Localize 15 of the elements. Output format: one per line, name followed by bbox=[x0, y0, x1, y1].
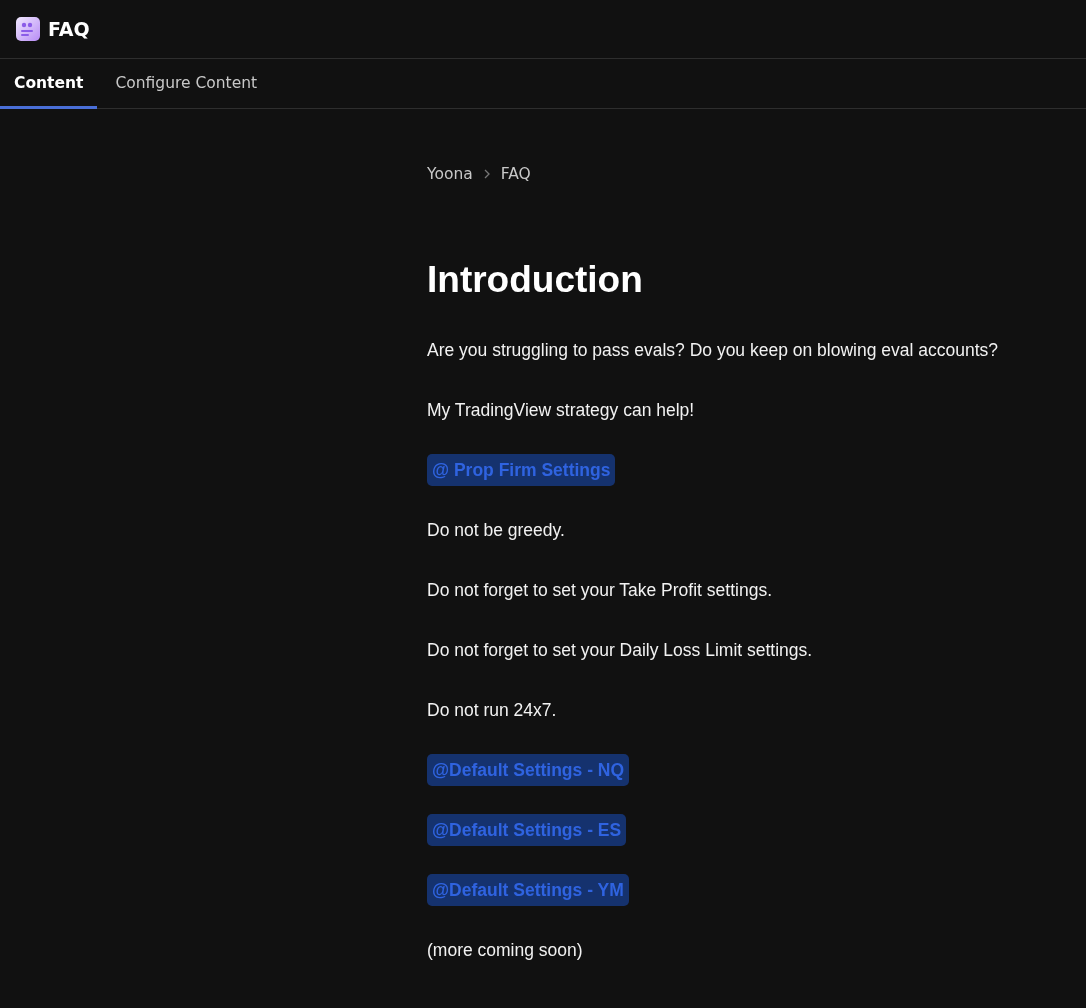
faq-app-icon bbox=[16, 17, 40, 41]
paragraph: (more coming soon) bbox=[427, 939, 583, 962]
paragraph: My TradingView strategy can help! bbox=[427, 399, 695, 422]
page-heading: Introduction bbox=[427, 259, 644, 301]
breadcrumb-item[interactable]: Yoona bbox=[427, 165, 473, 183]
paragraph: Do not run 24x7. bbox=[427, 699, 557, 722]
tab[interactable]: Content bbox=[0, 59, 98, 109]
tab[interactable]: Configure Content bbox=[101, 59, 272, 109]
chevron-right-icon bbox=[482, 169, 491, 179]
paragraph: Do not be greedy. bbox=[427, 519, 565, 542]
paragraph: Are you struggling to pass evals? Do you keep on blowing eval accounts? bbox=[427, 339, 999, 362]
paragraph: Do not forget to set your Take Profit settings. bbox=[427, 579, 772, 602]
breadcrumb-item[interactable]: FAQ bbox=[500, 165, 531, 183]
app-title: FAQ bbox=[48, 18, 90, 40]
paragraph: Do not forget to set your Daily Loss Limit settings. bbox=[427, 639, 813, 662]
